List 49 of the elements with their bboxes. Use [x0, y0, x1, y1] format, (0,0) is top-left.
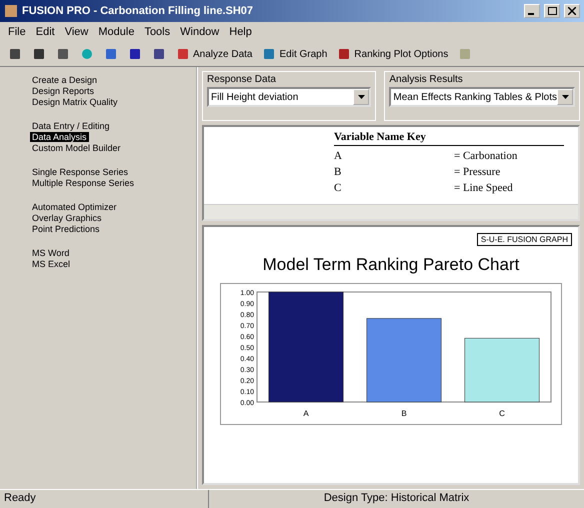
status-text: Design Type: Historical Matrix	[322, 491, 470, 506]
sidebar-item[interactable]: Automated Optimizer	[30, 202, 119, 212]
sidebar-item[interactable]: Overlay Graphics	[30, 213, 104, 223]
menu-item[interactable]: File	[8, 26, 26, 38]
sidebar-item[interactable]: Point Predictions	[30, 224, 102, 234]
toolbar-button[interactable]: Ranking Plot Options	[335, 47, 450, 61]
sidebar-item[interactable]: Multiple Response Series	[30, 178, 136, 188]
table-cell-text: A	[334, 150, 343, 162]
toolbar-button[interactable]: Analyze Data	[174, 47, 254, 61]
sidebar-item[interactable]: Design Matrix Quality	[30, 97, 120, 107]
table-cell-text: C	[334, 182, 342, 194]
window-title: FUSION PRO - Carbonation Filling line.SH07	[22, 5, 254, 17]
menu-item[interactable]: Module	[98, 26, 134, 38]
maximize-icon	[548, 7, 556, 15]
menu-item[interactable]: Help	[229, 26, 252, 38]
axis-category-label: A	[303, 409, 309, 418]
table-title: Variable Name Key	[334, 131, 564, 146]
close-icon	[568, 7, 576, 15]
field-label: Analysis Results	[389, 74, 464, 85]
field-label: Response Data	[207, 74, 277, 85]
table-cell-text: B	[334, 166, 342, 178]
sidebar-item[interactable]: Data Entry / Editing	[30, 121, 112, 131]
menu-item[interactable]: View	[64, 26, 88, 38]
sidebar-item[interactable]: Create a Design	[30, 75, 100, 85]
table-cell-text: = Carbonation	[454, 150, 518, 162]
maximize-button[interactable]	[544, 4, 560, 18]
axis-category-label: B	[401, 409, 407, 418]
menu-item[interactable]: Window	[180, 26, 220, 38]
sidebar-item[interactable]: Design Reports	[30, 86, 96, 96]
axis-category-label: C	[499, 409, 505, 418]
menu-item[interactable]: Edit	[36, 26, 55, 38]
sidebar-item[interactable]: MS Word	[30, 248, 72, 258]
app-icon	[4, 4, 18, 18]
sidebar-item[interactable]: Custom Model Builder	[30, 143, 123, 153]
sidebar-item[interactable]: MS Excel	[30, 259, 72, 269]
menu-item[interactable]: Tools	[144, 26, 170, 38]
table-cell-text: = Line Speed	[454, 182, 514, 194]
sidebar-item[interactable]: Data Analysis	[30, 132, 89, 142]
status-text: Ready	[0, 490, 209, 508]
graph-badge: S-U-E. FUSION GRAPH	[476, 233, 572, 246]
toolbar-button[interactable]: Edit Graph	[260, 47, 330, 61]
table-cell-text: = Pressure	[454, 166, 502, 178]
sidebar-item[interactable]: Single Response Series	[30, 167, 130, 177]
response-data-dropdown[interactable]: Fill Height deviation	[207, 87, 372, 107]
analysis-results-dropdown[interactable]: Mean Effects Ranking Tables & Plots	[389, 87, 575, 107]
horizontal-scrollbar[interactable]	[204, 204, 578, 219]
minimize-button[interactable]	[524, 4, 540, 18]
close-button[interactable]	[564, 4, 580, 18]
chart-title: Model Term Ranking Pareto Chart	[262, 255, 520, 275]
